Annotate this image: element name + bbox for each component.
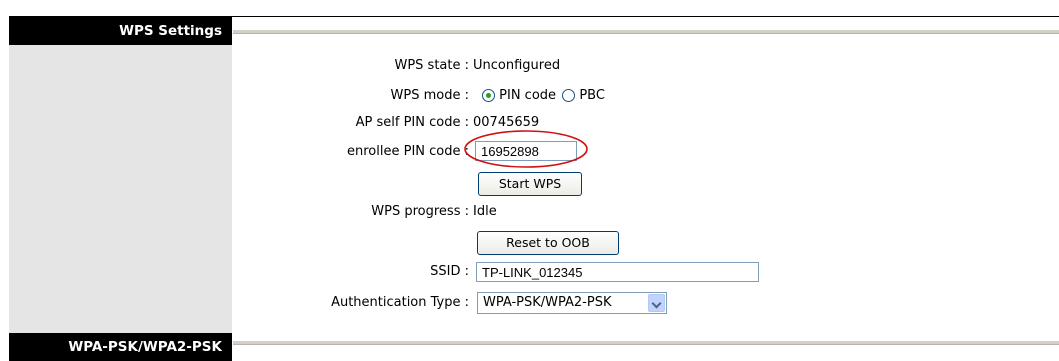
radio-pin-code-label: PIN code <box>499 88 557 103</box>
authentication-type-label: Authentication Type : <box>331 295 469 310</box>
wps-state-label: WPS state : <box>394 58 469 73</box>
wps-progress-label: WPS progress : <box>371 204 469 219</box>
chevron-down-icon[interactable] <box>648 294 665 312</box>
authentication-type-selected: WPA-PSK/WPA2-PSK <box>483 295 612 310</box>
wps-mode-radio-group: PIN code PBC <box>482 87 605 105</box>
wps-mode-label: WPS mode : <box>390 88 469 103</box>
section-divider-bottom <box>233 341 1059 345</box>
annotation-circle <box>464 130 588 168</box>
section-header-wpa-psk: WPA-PSK/WPA2-PSK <box>9 333 232 361</box>
ssid-label: SSID : <box>430 264 469 279</box>
start-wps-button[interactable]: Start WPS <box>478 172 582 196</box>
reset-to-oob-button[interactable]: Reset to OOB <box>477 231 619 255</box>
radio-pin-code[interactable] <box>482 89 495 102</box>
authentication-type-select[interactable]: WPA-PSK/WPA2-PSK <box>477 292 667 314</box>
radio-pbc-label: PBC <box>579 88 605 103</box>
sidebar-panel <box>9 17 232 361</box>
wps-progress-value: Idle <box>473 204 497 219</box>
section-header-wps-settings: WPS Settings <box>9 17 232 45</box>
section-divider <box>233 30 1059 34</box>
wps-state-value: Unconfigured <box>473 58 561 73</box>
ap-self-pin-label: AP self PIN code : <box>355 115 469 130</box>
radio-pbc[interactable] <box>562 89 576 102</box>
ssid-input[interactable] <box>476 262 759 282</box>
enrollee-pin-label: enrollee PIN code : <box>347 144 469 159</box>
